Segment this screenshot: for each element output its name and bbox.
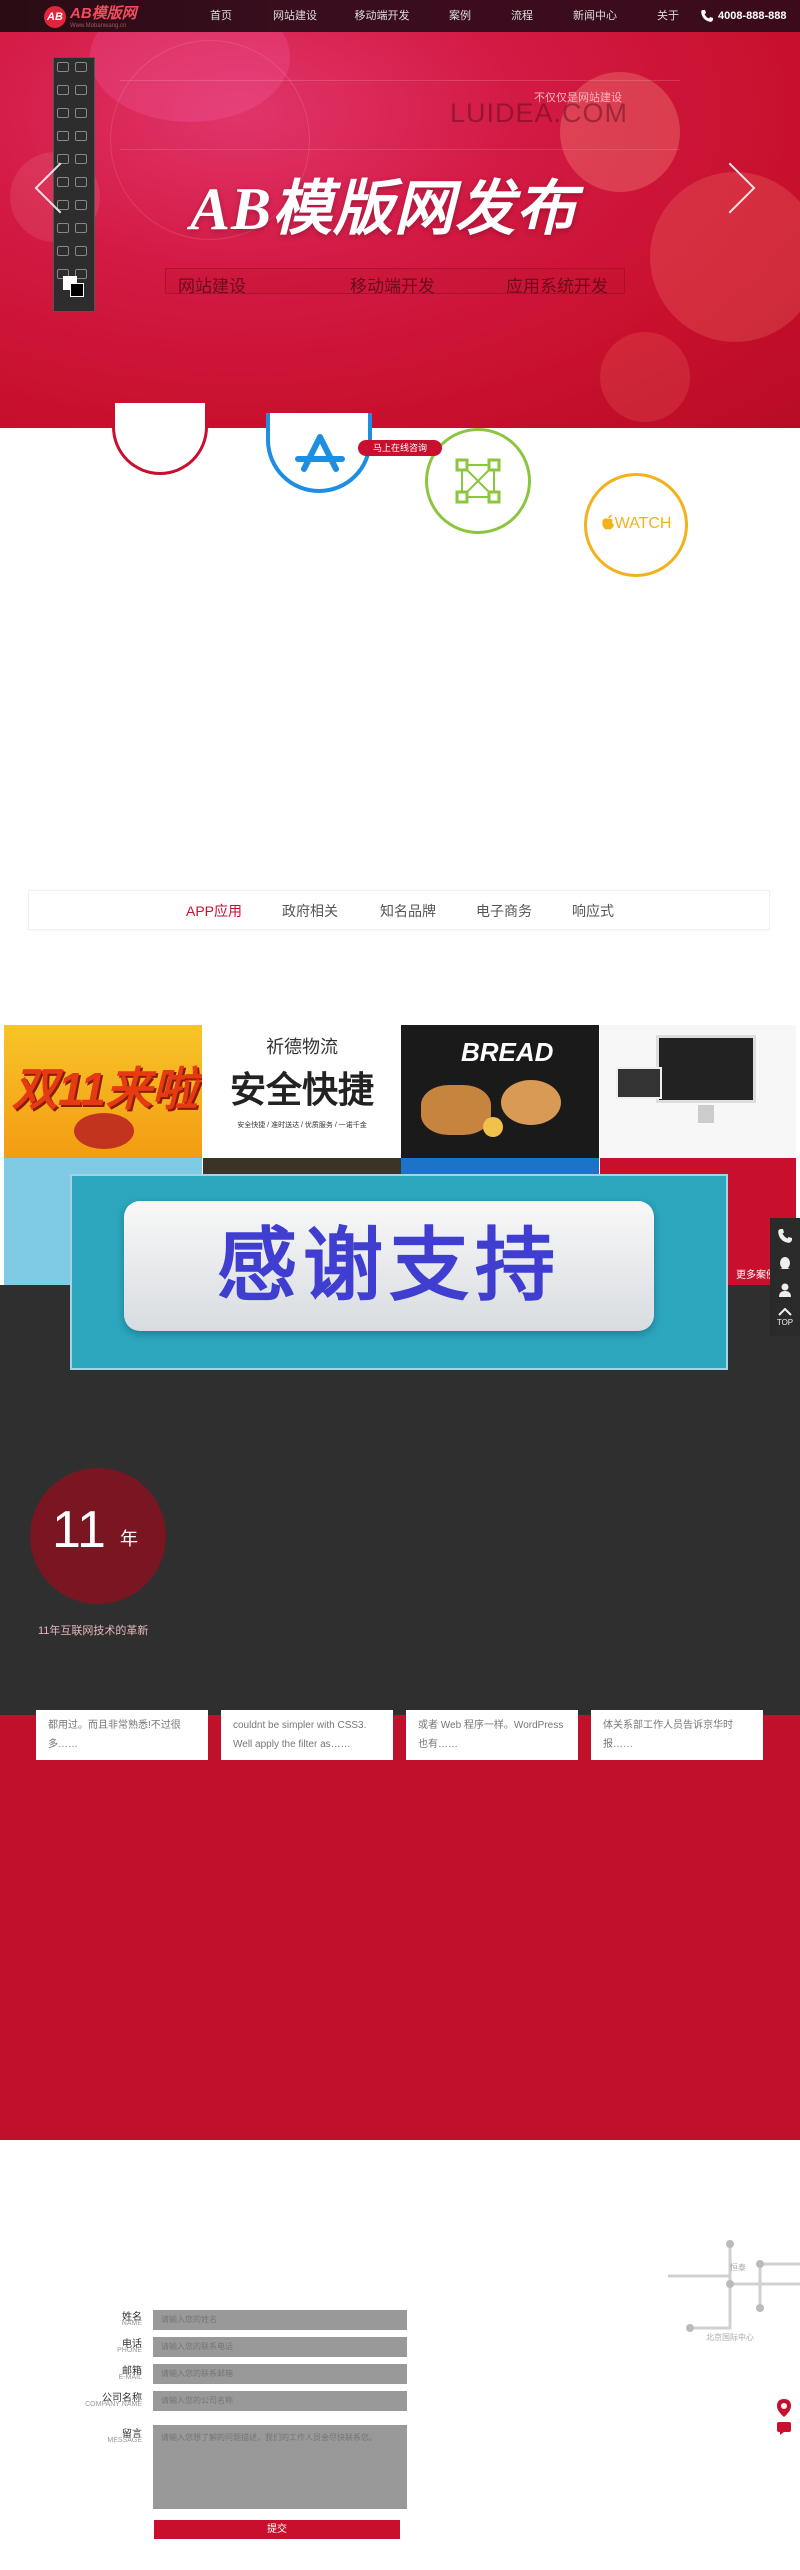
news-card[interactable]: 都用过。而且非常熟悉!不过很多…… bbox=[36, 1710, 208, 1760]
service-ring-red bbox=[112, 403, 208, 475]
service-website: 网站建设 bbox=[178, 277, 246, 296]
case-bread-title: BREAD bbox=[461, 1037, 554, 1067]
map-graphic bbox=[668, 2240, 800, 2332]
back-to-top-label[interactable]: TOP bbox=[770, 1318, 800, 1327]
email-input[interactable] bbox=[153, 2364, 407, 2384]
tab-app[interactable]: APP应用 bbox=[186, 901, 242, 921]
banner-title: AB模版网发布 bbox=[190, 176, 578, 242]
logo-text: AB模版网 bbox=[70, 4, 137, 22]
company-sublabel: COMPANY NAME bbox=[85, 2401, 142, 2408]
case-logistics-sub: 安全快捷 / 准时送达 / 优质服务 / 一诺千金 bbox=[237, 1122, 367, 1129]
nav-item-news[interactable]: 新闻中心 bbox=[565, 0, 625, 32]
appstore-icon bbox=[295, 434, 345, 472]
nav-item-about[interactable]: 关于 bbox=[648, 0, 688, 32]
tab-ecommerce[interactable]: 电子商务 bbox=[476, 901, 532, 921]
location-pin-icon[interactable] bbox=[776, 2398, 792, 2418]
email-sublabel: E-MAIL bbox=[118, 2374, 142, 2381]
watch-label: WATCH bbox=[614, 515, 672, 532]
service-icons-section: WATCH bbox=[0, 403, 800, 858]
side-float-bar: TOP bbox=[770, 1218, 800, 1336]
news-card[interactable]: 体关系部工作人员告诉京华时报…… bbox=[591, 1710, 763, 1760]
years-caption: 11年互联网技术的革新 bbox=[38, 1625, 149, 1637]
consult-button[interactable]: 马上在线咨询 bbox=[358, 440, 442, 456]
site-logo[interactable]: AB AB模版网 Www.Mobanwang.cn bbox=[44, 4, 137, 30]
service-mobile: 移动端开发 bbox=[350, 277, 435, 296]
submit-button[interactable]: 提交 bbox=[154, 2520, 400, 2539]
hotline-number: 4008-888-888 bbox=[718, 10, 787, 22]
tab-brands[interactable]: 知名品牌 bbox=[380, 901, 436, 921]
phone-input[interactable] bbox=[153, 2337, 407, 2357]
case-responsive[interactable] bbox=[600, 1025, 796, 1158]
phone-icon bbox=[701, 10, 713, 22]
name-input[interactable] bbox=[153, 2310, 407, 2330]
map-label-2: 北京国际中心 bbox=[706, 2333, 754, 2342]
years-unit: 年 bbox=[120, 1529, 138, 1549]
nav-item-process[interactable]: 流程 bbox=[502, 0, 542, 32]
logo-mark: AB bbox=[44, 6, 66, 28]
nav-item-home[interactable]: 首页 bbox=[200, 0, 242, 32]
nav-item-mobile[interactable]: 移动端开发 bbox=[350, 0, 414, 32]
case-bread[interactable]: BREAD bbox=[401, 1025, 599, 1158]
message-sublabel: MESSAGE bbox=[107, 2437, 142, 2444]
case-logistics-name: 祈德物流 bbox=[266, 1037, 338, 1057]
name-sublabel: NAME bbox=[121, 2320, 142, 2327]
case-double11-title: 双11来啦 bbox=[12, 1063, 198, 1115]
tab-government[interactable]: 政府相关 bbox=[282, 901, 338, 921]
case-logistics-slogan: 安全快捷 bbox=[229, 1069, 374, 1110]
news-card[interactable]: couldnt be simpler with CSS3. Well apply… bbox=[221, 1710, 393, 1760]
case-logistics[interactable]: 祈德物流 安全快捷 安全快捷 / 准时送达 / 优质服务 / 一诺千金 bbox=[203, 1025, 401, 1158]
thanks-text: 感谢支持 bbox=[217, 1221, 561, 1310]
news-section bbox=[0, 1715, 800, 2140]
tab-responsive[interactable]: 响应式 bbox=[572, 901, 614, 921]
banner-brand: LUIDEA.COM bbox=[450, 98, 629, 128]
user-service-icon[interactable] bbox=[777, 1282, 793, 1298]
qq-icon[interactable] bbox=[777, 1256, 793, 1272]
appstore-ring[interactable] bbox=[266, 413, 372, 493]
map-label-1: 恒泰 bbox=[730, 2263, 746, 2272]
network-icon bbox=[455, 458, 501, 504]
phone-float-icon[interactable] bbox=[777, 1228, 793, 1244]
hotline: 4008-888-888 bbox=[700, 0, 787, 32]
service-app-system: 应用系统开发 bbox=[506, 277, 608, 296]
years-number: 11 bbox=[52, 1501, 106, 1559]
back-to-top-icon[interactable] bbox=[778, 1308, 792, 1316]
apple-icon bbox=[601, 514, 614, 530]
news-card[interactable]: 或者 Web 程序一样。WordPress 也有…… bbox=[406, 1710, 578, 1760]
message-textarea[interactable] bbox=[153, 2425, 407, 2509]
nav-item-website[interactable]: 网站建设 bbox=[270, 0, 320, 32]
case-double11[interactable]: 双11来啦 bbox=[4, 1025, 202, 1158]
logo-subtext: Www.Mobanwang.cn bbox=[70, 22, 127, 29]
message-float-icon[interactable] bbox=[776, 2420, 792, 2436]
thanks-overlay: 感谢支持 bbox=[70, 1174, 728, 1370]
watch-ring[interactable]: WATCH bbox=[584, 473, 688, 577]
company-input[interactable] bbox=[153, 2391, 407, 2411]
phone-sublabel: PHONE bbox=[117, 2347, 142, 2354]
nav-item-cases[interactable]: 案例 bbox=[440, 0, 480, 32]
